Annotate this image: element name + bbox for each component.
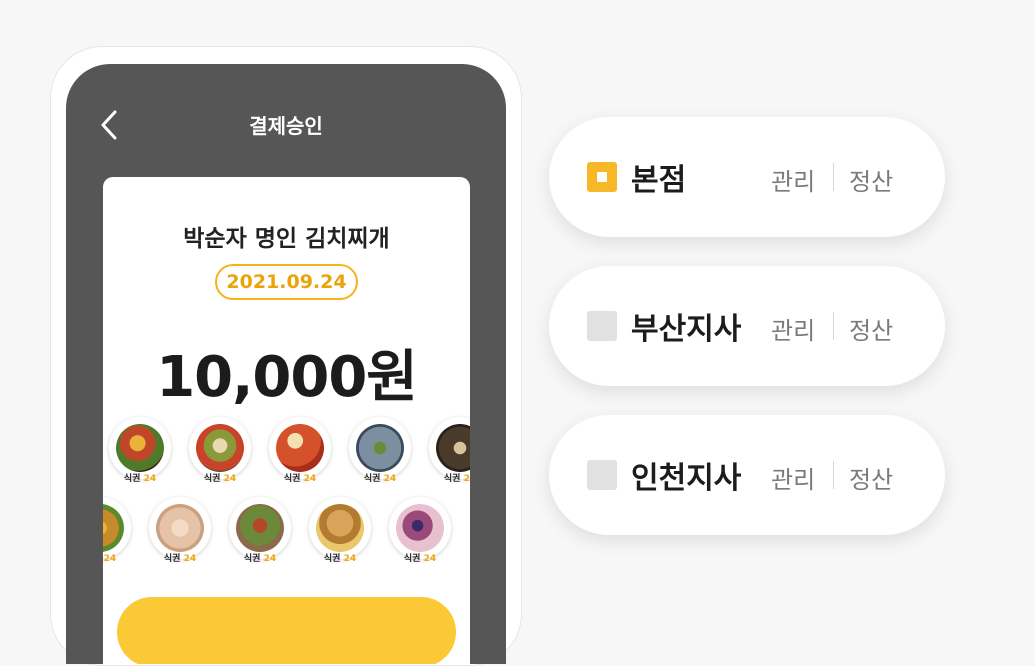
- menu-item: 식권 24: [229, 497, 291, 564]
- branch-name: 부산지사: [631, 312, 742, 347]
- food-image: [396, 504, 444, 552]
- store-name: 박순자 명인 김치찌개: [183, 226, 390, 252]
- payment-card: 박순자 명인 김치찌개 2021.09.24 10,000원 식권 24 식권 …: [103, 177, 470, 664]
- branch-row: 인천지사 관리 정산: [549, 415, 945, 535]
- payment-amount: 10,000원: [156, 345, 418, 410]
- menu-item-label: 식권 24: [363, 474, 397, 484]
- date-badge: 2021.09.24: [215, 264, 358, 300]
- settle-link[interactable]: 정산: [849, 460, 893, 495]
- branch-checkbox[interactable]: [587, 162, 617, 192]
- menu-item: 식권 24: [269, 417, 331, 484]
- menu-item: 식권 24: [109, 417, 171, 484]
- menu-item: 식권 24: [189, 417, 251, 484]
- divider: [833, 312, 834, 340]
- manage-link[interactable]: 관리: [771, 311, 815, 346]
- menu-item-label: 식권 24: [243, 554, 277, 564]
- menu-item-label: 식권 24: [323, 554, 357, 564]
- menu-item-label: 식권 24: [203, 474, 237, 484]
- menu-item-label: 식권 24: [123, 474, 157, 484]
- menu-item: 식권 24: [103, 497, 131, 564]
- food-image: [116, 424, 164, 472]
- menu-item-label: 식권 24: [443, 474, 470, 484]
- food-image: [236, 504, 284, 552]
- food-image: [316, 504, 364, 552]
- manage-link[interactable]: 관리: [771, 460, 815, 495]
- settle-link[interactable]: 정산: [849, 311, 893, 346]
- menu-item: 식권 24: [429, 417, 470, 484]
- branch-row: 본점 관리 정산: [549, 117, 945, 237]
- page-title: 결제승인: [249, 114, 323, 138]
- menu-item: 식권 24: [309, 497, 371, 564]
- phone-screen: 결제승인 박순자 명인 김치찌개 2021.09.24 10,000원 식권 2…: [66, 64, 506, 664]
- food-image: [156, 504, 204, 552]
- menu-item-label: 식권 24: [163, 554, 197, 564]
- settle-link[interactable]: 정산: [849, 162, 893, 197]
- menu-item: 식권 24: [389, 497, 451, 564]
- menu-item-label: 식권 24: [403, 554, 437, 564]
- food-image: [276, 424, 324, 472]
- branch-name: 인천지사: [631, 461, 742, 496]
- divider: [833, 163, 834, 191]
- manage-link[interactable]: 관리: [771, 162, 815, 197]
- food-image: [356, 424, 404, 472]
- branch-name: 본점: [631, 163, 687, 198]
- menu-item: 식권 24: [349, 417, 411, 484]
- branch-checkbox[interactable]: [587, 460, 617, 490]
- branch-row: 부산지사 관리 정산: [549, 266, 945, 386]
- menu-item-label: 식권 24: [103, 554, 117, 564]
- menu-item: 식권 24: [149, 497, 211, 564]
- approve-button[interactable]: [117, 597, 456, 664]
- food-image: [196, 424, 244, 472]
- divider: [833, 461, 834, 489]
- branch-checkbox[interactable]: [587, 311, 617, 341]
- menu-item-label: 식권 24: [283, 474, 317, 484]
